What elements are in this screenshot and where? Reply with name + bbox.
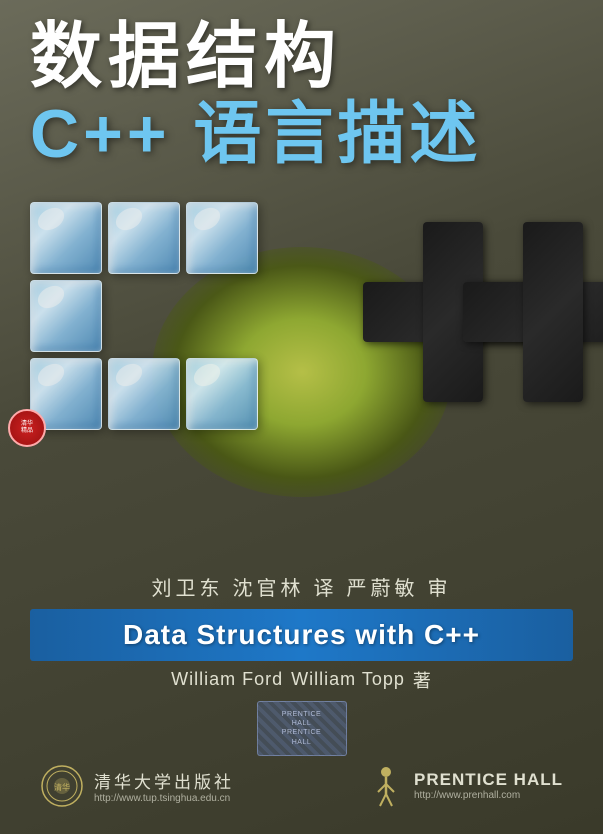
red-badge: 清华精品 bbox=[8, 409, 46, 447]
cube-top-left bbox=[30, 202, 102, 274]
prentice-name: PRENTICE HALL bbox=[414, 770, 563, 790]
cube-top-mid bbox=[108, 202, 180, 274]
author1-text: William Ford bbox=[171, 669, 283, 690]
prentice-publisher: PRENTICE HALL http://www.prenhall.com bbox=[368, 764, 563, 808]
tsinghua-info: 清华大学出版社 http://www.tup.tsinghua.edu.cn bbox=[94, 768, 234, 804]
c-shape bbox=[30, 202, 270, 522]
stamp-area: PRENTICEHALLPRENTICEHALL bbox=[30, 701, 573, 756]
author2-text: William Topp bbox=[291, 669, 405, 690]
tsinghua-url: http://www.tup.tsinghua.edu.cn bbox=[94, 793, 234, 804]
author-suffix: 著 bbox=[413, 667, 432, 693]
book-cover: 数据结构 C++ 语言描述 bbox=[0, 0, 603, 834]
title-line1: 数据结构 bbox=[30, 18, 573, 97]
prentice-info: PRENTICE HALL http://www.prenhall.com bbox=[414, 770, 563, 801]
prentice-hall-logo-icon bbox=[368, 764, 404, 808]
prentice-url: http://www.prenhall.com bbox=[414, 790, 563, 801]
translators-row: 刘卫东 沈官林 译 严蔚敏 审 bbox=[30, 572, 573, 601]
tsinghua-name: 清华大学出版社 bbox=[94, 768, 234, 793]
publishers-row: 清华 清华大学出版社 http://www.tup.tsinghua.edu.c… bbox=[30, 764, 573, 808]
red-badge-text: 清华精品 bbox=[21, 421, 33, 435]
translators-text: 刘卫东 沈官林 译 严蔚敏 审 bbox=[152, 572, 452, 601]
title-area: 数据结构 C++ 语言描述 bbox=[0, 0, 603, 172]
title-line2: C++ 语言描述 bbox=[30, 97, 573, 172]
cube-bot-right bbox=[186, 358, 258, 430]
tsinghua-publisher: 清华 清华大学出版社 http://www.tup.tsinghua.edu.c… bbox=[40, 764, 234, 808]
cube-top-right bbox=[186, 202, 258, 274]
plus2-vertical bbox=[523, 222, 583, 402]
illustration: 清华精品 bbox=[0, 182, 603, 562]
banner-text: Data Structures with C++ bbox=[123, 619, 480, 650]
bottom-area: 刘卫东 沈官林 译 严蔚敏 审 Data Structures with C++… bbox=[0, 572, 603, 808]
blue-banner: Data Structures with C++ bbox=[30, 609, 573, 661]
cube-mid-left bbox=[30, 280, 102, 352]
prentice-stamp: PRENTICEHALLPRENTICEHALL bbox=[257, 701, 347, 756]
plus-shape bbox=[363, 222, 583, 442]
stamp-text: PRENTICEHALLPRENTICEHALL bbox=[282, 710, 321, 746]
cube-bot-mid bbox=[108, 358, 180, 430]
svg-text:清华: 清华 bbox=[54, 782, 70, 792]
authors-row: William Ford William Topp 著 bbox=[30, 667, 573, 693]
tsinghua-logo-icon: 清华 bbox=[40, 764, 84, 808]
